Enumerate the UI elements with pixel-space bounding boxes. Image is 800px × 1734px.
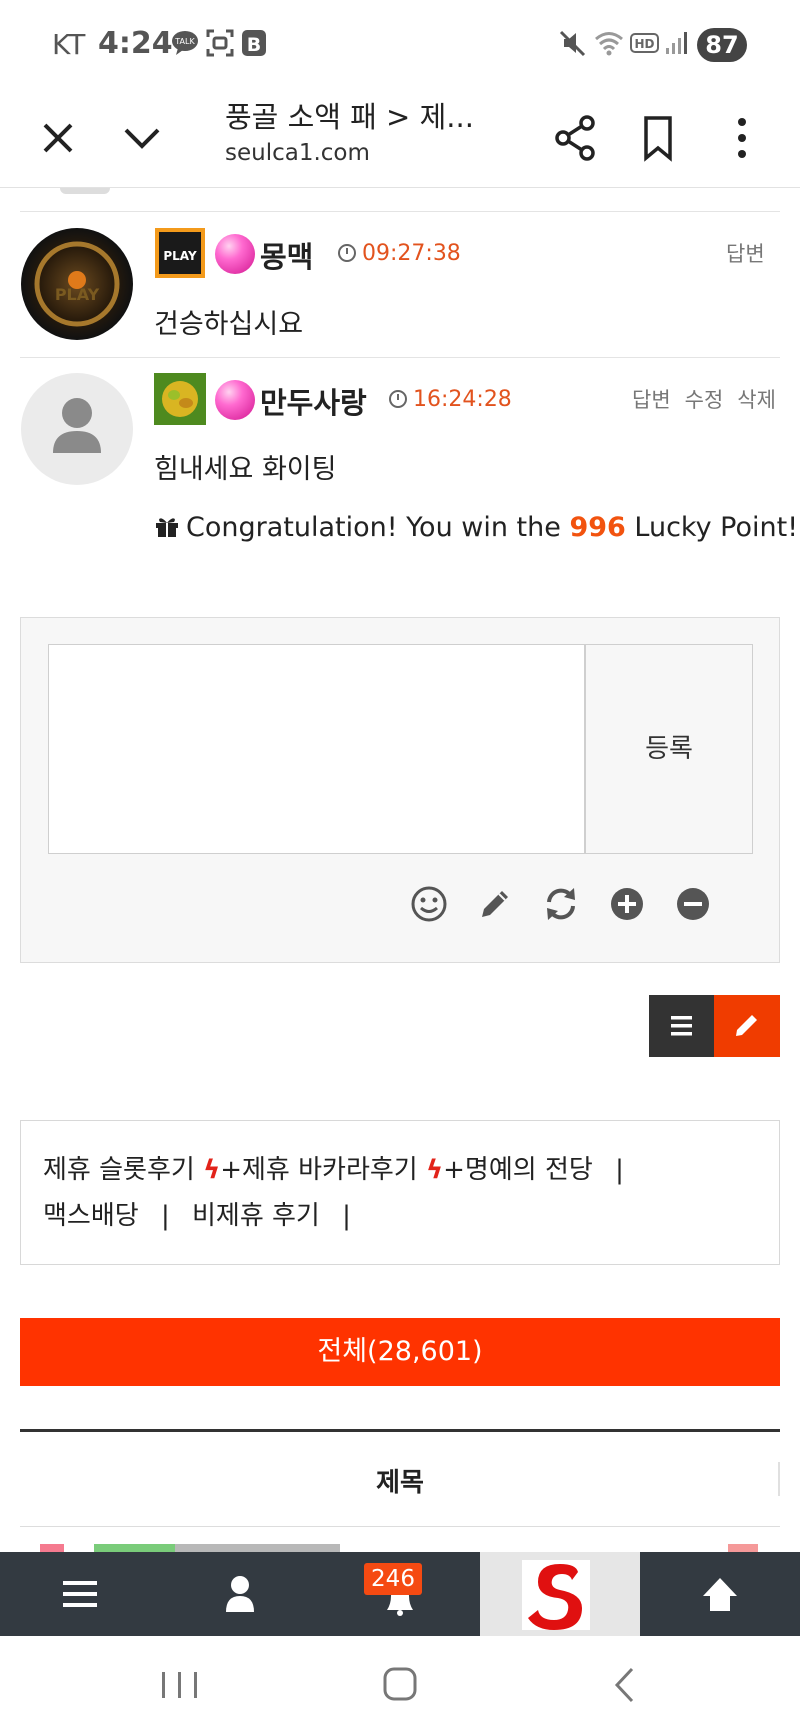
page-title[interactable]: 풍골 소액 패 > 제... <box>225 94 474 136</box>
lucky-points: 996 <box>569 512 626 543</box>
recent-apps-icon[interactable] <box>150 1660 210 1710</box>
minus-circle-icon[interactable] <box>673 884 713 924</box>
close-icon[interactable] <box>28 108 88 168</box>
clock-icon <box>338 244 356 262</box>
android-nav-bar <box>0 1636 800 1734</box>
arrow-up-icon[interactable] <box>680 1552 760 1636</box>
b-app-icon: B <box>242 30 266 56</box>
comment-text: 힘내세요 화이팅 <box>154 454 337 485</box>
column-divider <box>778 1462 780 1496</box>
comment-actions: 답변 <box>726 238 765 268</box>
pencil-icon[interactable] <box>475 884 515 924</box>
carrier-label: KT <box>52 28 86 61</box>
partial-count <box>728 1544 758 1552</box>
all-posts-button[interactable]: 전체(28,601) <box>20 1318 780 1386</box>
menu-icon[interactable] <box>40 1552 120 1636</box>
more-icon[interactable] <box>712 108 772 168</box>
gift-icon <box>156 518 178 537</box>
share-icon[interactable] <box>545 108 605 168</box>
site-logo-icon <box>522 1560 590 1630</box>
category-slot-review[interactable]: 제휴 슬롯후기 <box>43 1155 195 1185</box>
submit-button[interactable]: 등록 <box>585 644 753 854</box>
category-hall-of-fame[interactable]: +명예의 전당 <box>443 1155 593 1185</box>
browser-toolbar: 풍골 소액 패 > 제... seulca1.com <box>0 88 800 188</box>
comment-input[interactable] <box>48 644 585 854</box>
separator: | <box>615 1155 624 1185</box>
hd-icon: HD <box>630 33 659 53</box>
comment-text: 건승하십시요 <box>154 309 304 340</box>
home-icon[interactable] <box>370 1660 430 1710</box>
edit-link[interactable]: 수정 <box>685 388 724 412</box>
category-line: 맥스배당 | 비제휴 후기 | <box>43 1195 365 1232</box>
user-icon[interactable] <box>200 1552 280 1636</box>
delete-link[interactable]: 삭제 <box>737 388 776 412</box>
site-logo[interactable] <box>480 1552 640 1636</box>
comment-time: 16:24:28 <box>389 387 512 412</box>
bookmark-icon[interactable] <box>628 108 688 168</box>
notification-count-badge: 246 <box>364 1563 422 1595</box>
comment-divider <box>20 211 780 212</box>
table-top-rule <box>20 1429 780 1432</box>
default-user-icon <box>53 398 101 453</box>
wifi-icon <box>595 32 623 56</box>
avatar[interactable]: PLAY <box>21 228 133 340</box>
table-header-rule <box>20 1526 780 1527</box>
clock-icon <box>389 390 407 408</box>
lucky-suffix: Lucky Point! <box>625 512 799 543</box>
comment-form: 등록 <box>20 617 780 963</box>
screenshot-icon <box>206 29 234 57</box>
separator: | <box>342 1201 351 1231</box>
lucky-point-message: Congratulation! You win the 996 Lucky Po… <box>154 512 798 543</box>
kakaotalk-icon: TALK <box>172 31 198 55</box>
status-bar: KT 4:24 TALK B HD 87 <box>0 0 800 88</box>
level-badge-icon: PLAY <box>155 228 205 278</box>
comment-nickname[interactable]: 몽맥 <box>260 234 313 276</box>
refresh-icon[interactable] <box>541 884 581 924</box>
pencil-icon <box>736 1015 757 1036</box>
reply-link[interactable]: 답변 <box>632 388 671 412</box>
bolt-icon: ϟ <box>203 1155 221 1185</box>
battery-indicator: 87 <box>697 28 747 62</box>
svg-text:B: B <box>247 34 261 56</box>
member-grade-icon <box>215 234 255 274</box>
avatar[interactable] <box>21 373 133 485</box>
write-button[interactable] <box>714 995 780 1057</box>
partial-avatar <box>60 188 110 194</box>
separator: | <box>160 1201 170 1231</box>
category-max-odds[interactable]: 맥스배당 <box>43 1201 139 1231</box>
signal-icon <box>666 32 687 54</box>
category-box: 제휴 슬롯후기 ϟ+제휴 바카라후기 ϟ+명예의 전당 | 맥스배당 | 비제휴… <box>20 1120 780 1265</box>
svg-text:PLAY: PLAY <box>55 285 100 304</box>
svg-text:PLAY: PLAY <box>163 249 197 263</box>
play-logo-icon: PLAY <box>34 241 120 327</box>
svg-text:HD: HD <box>634 37 654 51</box>
list-button[interactable] <box>649 995 714 1057</box>
bolt-icon: ϟ <box>425 1155 444 1185</box>
category-baccarat-review[interactable]: +제휴 바카라후기 <box>220 1155 418 1185</box>
reply-link[interactable]: 답변 <box>726 242 765 266</box>
list-icon <box>671 1016 692 1036</box>
clock-time: 4:24 <box>98 26 173 61</box>
page-url[interactable]: seulca1.com <box>225 140 370 166</box>
category-non-partner-review[interactable]: 비제휴 후기 <box>192 1201 320 1231</box>
member-grade-icon <box>215 380 255 420</box>
comment-actions: 답변 수정 삭제 <box>618 384 776 414</box>
svg-text:TALK: TALK <box>174 37 195 46</box>
partial-list-row <box>40 1544 340 1552</box>
level-badge-icon <box>154 373 206 425</box>
category-line: 제휴 슬롯후기 ϟ+제휴 바카라후기 ϟ+명예의 전당 | <box>43 1149 638 1186</box>
comment-nickname[interactable]: 만두사랑 <box>260 380 367 422</box>
emoji-icon[interactable] <box>409 884 449 924</box>
plus-circle-icon[interactable] <box>607 884 647 924</box>
comment-time: 09:27:38 <box>338 241 461 266</box>
back-icon[interactable] <box>595 1660 655 1710</box>
table-header-title: 제목 <box>376 1468 424 1498</box>
mute-icon <box>559 30 586 57</box>
chevron-down-icon[interactable] <box>112 108 172 168</box>
comment-divider <box>20 357 780 358</box>
lucky-prefix: Congratulation! You win the <box>186 512 570 543</box>
comment-time-value: 09:27:38 <box>362 241 461 266</box>
comment-time-value: 16:24:28 <box>413 387 512 412</box>
